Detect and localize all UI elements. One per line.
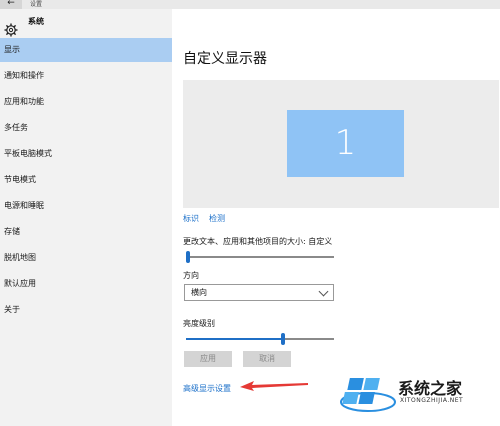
title-bar: ← 设置 — [0, 0, 500, 9]
brightness-label: 亮度级别 — [183, 319, 215, 328]
apply-button[interactable]: 应用 — [184, 351, 232, 367]
scale-slider[interactable] — [186, 251, 334, 263]
chevron-down-icon — [318, 286, 329, 297]
watermark-subtitle: XITONGZHIJIA.NET — [400, 397, 464, 404]
sidebar-item-battery-saver[interactable]: 节电模式 — [0, 168, 172, 192]
window-title: 设置 — [30, 1, 43, 8]
annotation-arrow-icon — [240, 381, 308, 391]
brightness-slider[interactable] — [186, 333, 334, 345]
detect-link[interactable]: 检测 — [209, 213, 225, 224]
identify-link[interactable]: 标识 — [183, 213, 199, 224]
sidebar-item-storage[interactable]: 存储 — [0, 220, 172, 244]
sidebar-item-about[interactable]: 关于 — [0, 298, 172, 322]
orientation-value: 横向 — [191, 288, 207, 297]
advanced-display-settings-link[interactable]: 高级显示设置 — [183, 383, 231, 394]
sidebar-header — [0, 9, 172, 37]
brightness-slider-thumb[interactable] — [281, 333, 285, 345]
brightness-slider-fill — [186, 338, 281, 340]
orientation-dropdown[interactable]: 横向 — [184, 284, 334, 301]
monitor-1[interactable]: 1 — [287, 110, 404, 177]
sidebar-header-label: 系统 — [28, 17, 44, 26]
sidebar-item-apps[interactable]: 应用和功能 — [0, 90, 172, 114]
sidebar-item-display[interactable]: 显示 — [0, 38, 172, 62]
watermark-logo-icon — [340, 378, 396, 412]
back-button[interactable]: ← — [0, 0, 22, 9]
gear-icon — [4, 23, 18, 37]
sidebar-item-offline-maps[interactable]: 脱机地图 — [0, 246, 172, 270]
display-arrangement-area: 1 — [183, 80, 499, 208]
cancel-button[interactable]: 取消 — [243, 351, 291, 367]
sidebar-item-power-sleep[interactable]: 电源和睡眠 — [0, 194, 172, 218]
sidebar-item-multitasking[interactable]: 多任务 — [0, 116, 172, 140]
sidebar-item-default-apps[interactable]: 默认应用 — [0, 272, 172, 296]
sidebar-item-tablet-mode[interactable]: 平板电脑模式 — [0, 142, 172, 166]
scale-slider-thumb[interactable] — [186, 251, 190, 263]
watermark-title: 系统之家 — [398, 379, 463, 398]
sidebar-item-notifications[interactable]: 通知和操作 — [0, 64, 172, 88]
orientation-label: 方向 — [183, 271, 199, 280]
page-title: 自定义显示器 — [183, 51, 267, 67]
scale-label: 更改文本、应用和其他项目的大小: 自定义 — [183, 237, 333, 246]
